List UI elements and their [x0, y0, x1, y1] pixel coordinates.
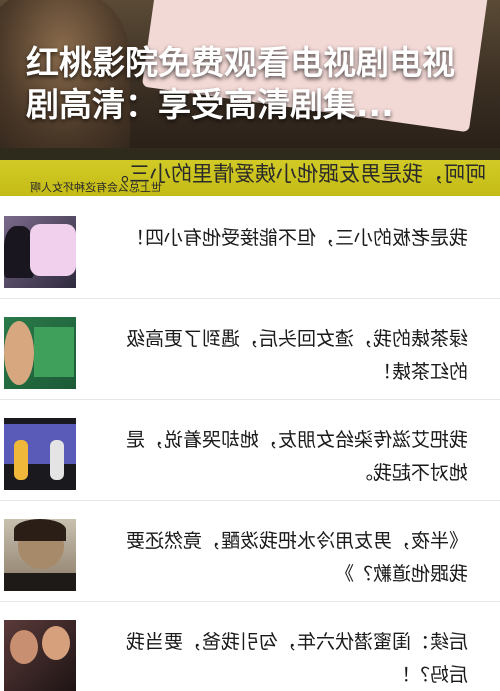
list-item[interactable]: 绿茶婊的我，渣女回头后，遇到了更高级的红茶婊！: [0, 299, 500, 400]
headline-text[interactable]: 呵呵，我是男友跟他小姨爱情里的小三。: [108, 158, 486, 188]
list-item[interactable]: 后续：闺蜜潜伏六年，勾引我爸，要当我后妈？！: [0, 602, 500, 691]
list-item[interactable]: 我是老板的小三，但不能接受他有小四！: [0, 198, 500, 299]
list-item[interactable]: 我把艾滋传染给女朋友，她却哭着说，是她对不起我。: [0, 400, 500, 501]
thumbnail-figure: [4, 321, 34, 385]
list-item[interactable]: 《半夜，男友用冷水把我泼醒，竟然还要我跟他道歉？》: [0, 501, 500, 602]
article-thumbnail[interactable]: [4, 216, 76, 288]
thumbnail-shadow: [4, 573, 76, 591]
article-thumbnail[interactable]: [4, 317, 76, 389]
article-thumbnail[interactable]: [4, 418, 76, 490]
hero-banner[interactable]: 红桃影院免费观看电视剧电视剧高清：享受高清剧集...: [0, 0, 500, 150]
article-title[interactable]: 《半夜，男友用冷水把我泼醒，竟然还要我跟他道歉？》: [108, 525, 468, 591]
hero-title[interactable]: 红桃影院免费观看电视剧电视剧高清：享受高清剧集...: [26, 42, 486, 126]
headline-subtext: 世上总么会有这种坏女人啊: [30, 181, 162, 194]
article-list: 我是老板的小三，但不能接受他有小四！ 绿茶婊的我，渣女回头后，遇到了更高级的红茶…: [0, 198, 500, 691]
article-title[interactable]: 后续：闺蜜潜伏六年，勾引我爸，要当我后妈？！: [108, 626, 468, 691]
thumbnail-figure: [10, 630, 38, 664]
thumbnail-figure: [14, 440, 28, 480]
article-thumbnail[interactable]: [4, 620, 76, 691]
article-title[interactable]: 我把艾滋传染给女朋友，她却哭着说，是她对不起我。: [108, 424, 468, 490]
thumbnail-figure: [42, 626, 70, 660]
article-title[interactable]: 我是老板的小三，但不能接受他有小四！: [108, 222, 468, 255]
thumbnail-caption-box: [30, 224, 76, 276]
article-title[interactable]: 绿茶婊的我，渣女回头后，遇到了更高级的红茶婊！: [108, 323, 468, 389]
headline-bar[interactable]: 呵呵，我是男友跟他小姨爱情里的小三。 世上总么会有这种坏女人啊: [0, 148, 500, 196]
thumbnail-caption-box: [34, 327, 74, 377]
thumbnail-figure: [50, 440, 64, 480]
article-thumbnail[interactable]: [4, 519, 76, 591]
thumbnail-hair: [14, 519, 66, 541]
